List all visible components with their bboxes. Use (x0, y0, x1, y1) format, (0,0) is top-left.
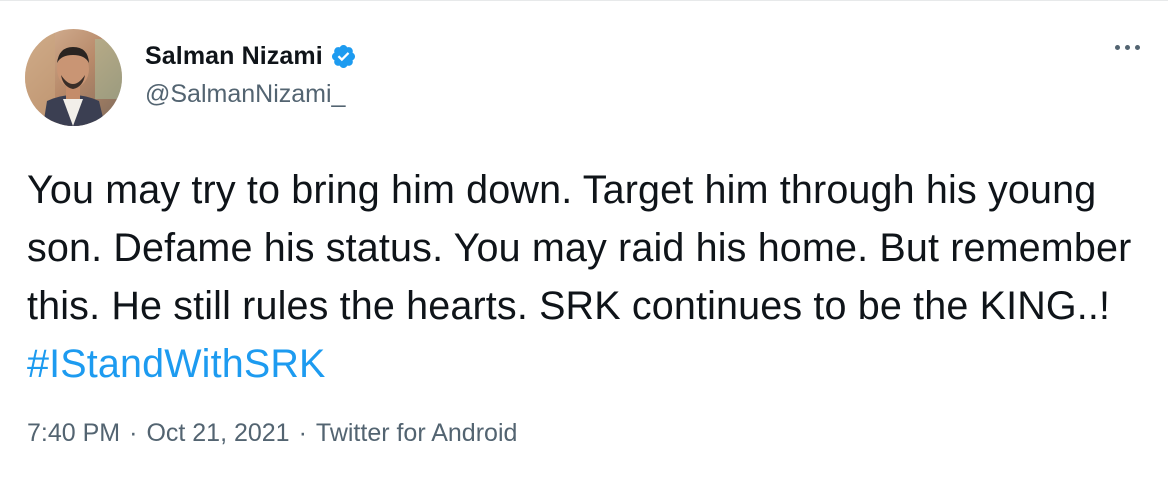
avatar-image (25, 29, 122, 126)
dot (1135, 45, 1140, 50)
tweet-date[interactable]: Oct 21, 2021 (146, 419, 289, 448)
tweet-card: Salman Nizami @SalmanNizami_ You may try… (0, 0, 1168, 477)
verified-badge-icon (330, 43, 357, 70)
meta-separator: · (129, 419, 138, 447)
tweet-meta: 7:40 PM · Oct 21, 2021 · Twitter for And… (27, 419, 517, 448)
tweet-text: You may try to bring him down. Target hi… (27, 161, 1137, 393)
display-name[interactable]: Salman Nizami (145, 42, 323, 71)
tweet-time[interactable]: 7:40 PM (27, 419, 120, 448)
hashtag-link[interactable]: #IStandWithSRK (27, 342, 326, 386)
avatar[interactable] (25, 29, 122, 126)
dot (1115, 45, 1120, 50)
author-name-row[interactable]: Salman Nizami (145, 39, 357, 73)
tweet-body: You may try to bring him down. Target hi… (27, 168, 1132, 328)
more-options-icon[interactable] (1115, 45, 1140, 50)
tweet-source[interactable]: Twitter for Android (316, 419, 517, 448)
author-handle[interactable]: @SalmanNizami_ (145, 80, 345, 109)
dot (1125, 45, 1130, 50)
meta-separator: · (298, 419, 307, 447)
